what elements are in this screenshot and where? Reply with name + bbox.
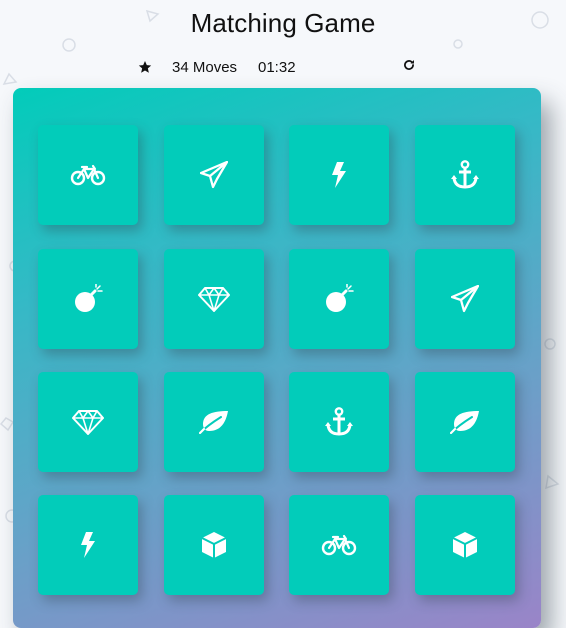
card-bolt[interactable] [38,495,138,595]
card-diamond[interactable] [38,372,138,472]
card-diamond[interactable] [164,249,264,349]
card-bomb[interactable] [38,249,138,349]
paper-plane-icon [200,161,228,189]
card-anchor[interactable] [415,125,515,225]
star-icon [138,60,152,74]
leaf-icon [450,410,480,434]
cube-icon [201,531,227,559]
card-anchor[interactable] [289,372,389,472]
anchor-icon [325,407,353,437]
cube-icon [452,531,478,559]
bicycle-icon [321,534,357,556]
card-deck [13,88,541,628]
page-title: Matching Game [190,8,376,38]
card-bomb[interactable] [289,249,389,349]
moves-value: 34 [172,59,189,76]
timer: 01:32 [258,59,296,76]
card-paper-plane[interactable] [415,249,515,349]
card-leaf[interactable] [415,372,515,472]
bomb-icon [73,284,103,314]
score-panel: 34 Moves 01:32 [0,58,566,80]
card-bicycle[interactable] [38,125,138,225]
card-cube[interactable] [415,495,515,595]
diamond-icon [198,286,230,312]
bicycle-icon [70,164,106,186]
card-paper-plane[interactable] [164,125,264,225]
moves-counter: 34 Moves [172,59,237,76]
card-bolt[interactable] [289,125,389,225]
moves-label: Moves [192,59,238,76]
anchor-icon [451,160,479,190]
bomb-icon [324,284,354,314]
paper-plane-icon [451,285,479,313]
card-bicycle[interactable] [289,495,389,595]
restart-icon[interactable] [402,58,416,72]
bolt-icon [331,162,347,188]
card-leaf[interactable] [164,372,264,472]
diamond-icon [72,409,104,435]
card-cube[interactable] [164,495,264,595]
leaf-icon [199,410,229,434]
bolt-icon [80,532,96,558]
